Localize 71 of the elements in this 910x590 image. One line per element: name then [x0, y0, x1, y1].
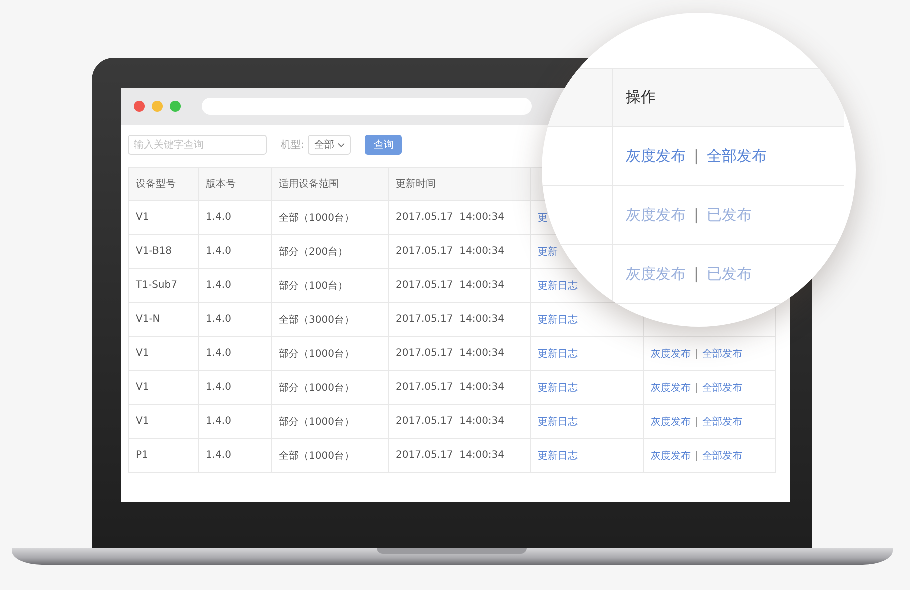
- table-cell: 1.4.0: [198, 336, 272, 370]
- changelog-link[interactable]: 更新日志: [538, 280, 578, 292]
- changelog-link[interactable]: 更新: [538, 246, 558, 258]
- separator: |: [694, 147, 700, 165]
- column-header: 适用设备范围: [272, 168, 388, 200]
- changelog-link[interactable]: 更新日志: [538, 450, 578, 462]
- changelog-link[interactable]: 更新日志: [538, 348, 578, 360]
- table-cell: P1: [128, 438, 198, 472]
- separator: |: [695, 382, 698, 394]
- table-cell: 1.4.0: [198, 438, 272, 472]
- staged-release-link[interactable]: 灰度发布: [651, 348, 691, 360]
- minimize-icon[interactable]: [152, 101, 163, 112]
- table-cell: V1: [128, 370, 198, 404]
- table-cell: 部分（1000台）: [272, 336, 388, 370]
- column-header: 设备型号: [128, 168, 198, 200]
- table-cell: 全部（3000台）: [272, 302, 388, 336]
- separator: |: [695, 348, 698, 360]
- full-release-link[interactable]: 全部发布: [702, 450, 742, 462]
- table-cell: 1.4.0: [198, 234, 272, 268]
- table-cell: 2017.05.17 14:00:34: [388, 268, 530, 302]
- table-cell: 1.4.0: [198, 268, 272, 302]
- staged-release-link[interactable]: 灰度发布: [651, 416, 691, 428]
- model-select[interactable]: 全部: [308, 135, 352, 155]
- query-button[interactable]: 查询: [365, 135, 402, 155]
- table-cell: 部分（1000台）: [272, 404, 388, 438]
- changelog-link[interactable]: 更新日志: [538, 416, 578, 428]
- table-cell: V1: [128, 336, 198, 370]
- filter-label: 机型:: [281, 138, 304, 152]
- table-cell: 2017.05.17 14:00:34: [388, 234, 530, 268]
- separator: |: [695, 450, 698, 462]
- table-cell: 1.4.0: [198, 302, 272, 336]
- table-cell: 全部（1000台）: [272, 200, 388, 234]
- table-cell: V1: [128, 404, 198, 438]
- staged-release-link[interactable]: 灰度发布: [626, 146, 686, 166]
- table-cell: V1: [128, 200, 198, 234]
- table-cell: 2017.05.17 14:00:34: [388, 302, 530, 336]
- column-header: 版本号: [198, 168, 272, 200]
- changelog-link[interactable]: 更新日志: [538, 382, 578, 394]
- separator: |: [694, 206, 700, 224]
- close-icon[interactable]: [134, 101, 145, 112]
- changelog-link[interactable]: 更: [538, 212, 548, 224]
- address-bar[interactable]: [202, 98, 532, 115]
- staged-release-link[interactable]: 灰度发布: [651, 382, 691, 394]
- maximize-icon[interactable]: [170, 101, 181, 112]
- separator: |: [695, 416, 698, 428]
- table-cell: 部分（100台）: [272, 268, 388, 302]
- table-cell: V1-B18: [128, 234, 198, 268]
- table-cell: 2017.05.17 14:00:34: [388, 404, 530, 438]
- full-release-link[interactable]: 全部发布: [702, 382, 742, 394]
- table-cell: 2017.05.17 14:00:34: [388, 200, 530, 234]
- full-release-link[interactable]: 全部发布: [707, 146, 768, 166]
- changelog-link[interactable]: 更新日志: [538, 314, 578, 326]
- table-cell: 全部（1000台）: [272, 438, 388, 472]
- full-release-link[interactable]: 全部发布: [702, 416, 742, 428]
- chevron-icon: [338, 142, 346, 148]
- table-cell: 2017.05.17 14:00:34: [388, 336, 530, 370]
- table-cell: 部分（1000台）: [272, 370, 388, 404]
- table-cell: 1.4.0: [198, 200, 272, 234]
- table-cell: V1-N: [128, 302, 198, 336]
- table-cell: 2017.05.17 14:00:34: [388, 438, 530, 472]
- search-field[interactable]: 输入关键字查询: [128, 135, 267, 155]
- table-cell: 2017.05.17 14:00:34: [388, 370, 530, 404]
- table-cell: 部分（200台）: [272, 234, 388, 268]
- table-cell: 1.4.0: [198, 404, 272, 438]
- staged-release-link[interactable]: 灰度发布: [651, 450, 691, 462]
- table-cell: 1.4.0: [198, 370, 272, 404]
- separator: |: [694, 265, 700, 283]
- column-header: 更新时间: [388, 168, 530, 200]
- table-cell: T1-Sub7: [128, 268, 198, 302]
- full-release-link[interactable]: 全部发布: [702, 348, 742, 360]
- column-header: 操作: [626, 88, 656, 107]
